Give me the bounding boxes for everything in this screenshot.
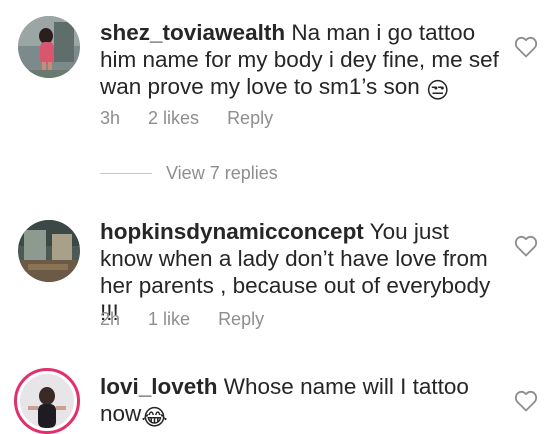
comment-likes[interactable]: 1 like bbox=[148, 309, 190, 330]
comment-meta: 2h 1 like Reply bbox=[100, 309, 292, 330]
heart-icon[interactable] bbox=[514, 235, 538, 257]
reply-button[interactable]: Reply bbox=[227, 108, 273, 129]
comment-time: 3h bbox=[100, 108, 121, 128]
reply-button[interactable]: Reply bbox=[218, 309, 264, 330]
avatar-icon bbox=[18, 220, 80, 282]
comment-likes[interactable]: 2 likes bbox=[148, 108, 199, 129]
comment-username[interactable]: shez_toviawealth bbox=[100, 20, 285, 45]
divider-line bbox=[100, 172, 152, 174]
comment-item: lovi_loveth Whose name will I tattoo now… bbox=[0, 360, 552, 434]
avatar[interactable] bbox=[20, 374, 74, 428]
avatar[interactable] bbox=[18, 16, 80, 78]
comment-text: shez_toviawealth Na man i go tattoo him … bbox=[100, 19, 500, 104]
view-replies-button[interactable]: View 7 replies bbox=[100, 160, 278, 186]
comment-time: 2h bbox=[100, 309, 121, 329]
comment-username[interactable]: lovi_loveth bbox=[100, 374, 218, 399]
laughing-emoji-icon: 😂 bbox=[141, 405, 168, 430]
heart-icon[interactable] bbox=[514, 36, 538, 58]
view-replies-label: View 7 replies bbox=[166, 162, 278, 183]
heart-icon[interactable] bbox=[514, 390, 538, 412]
unamused-emoji-icon: 😒 bbox=[425, 78, 450, 103]
comment-item: hopkinsdynamicconcept You just know when… bbox=[0, 200, 552, 340]
avatar[interactable] bbox=[18, 220, 80, 282]
comment-text: lovi_loveth Whose name will I tattoo now… bbox=[100, 373, 500, 431]
comment-meta: 3h 2 likes Reply bbox=[100, 108, 301, 129]
avatar-icon bbox=[20, 374, 74, 428]
comment-username[interactable]: hopkinsdynamicconcept bbox=[100, 219, 364, 244]
avatar-icon bbox=[18, 16, 80, 78]
comment-item: shez_toviawealth Na man i go tattoo him … bbox=[0, 0, 552, 140]
